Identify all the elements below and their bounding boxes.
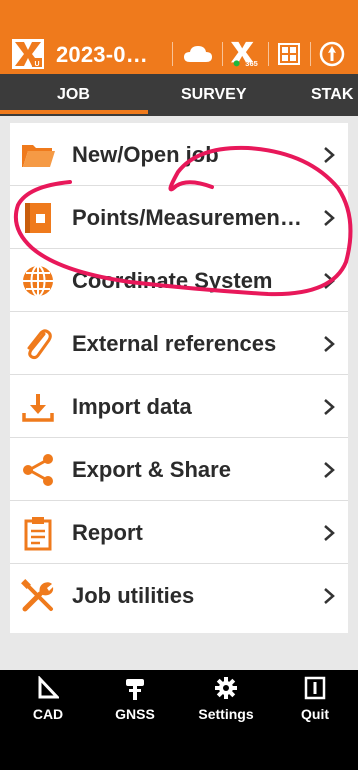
menu-item-label: External references [72,331,277,356]
import-icon [22,394,54,422]
menu-item-label: Export & Share [72,457,231,482]
header-separator [222,42,223,66]
bottom-bar-label: Quit [301,706,329,722]
header-separator [172,42,173,66]
menu-item-label: Import data [72,394,192,419]
share-icon [23,454,53,486]
chevron-right-icon [324,147,335,163]
bottom-bar: CAD GNSS Settings Quit [0,670,358,770]
menu-item-import-data[interactable]: Import data [10,375,348,438]
x365-badge-text: 365 [245,59,257,68]
chevron-right-icon [324,588,335,604]
menu-item-coordinate-system[interactable]: Coordinate System [10,249,348,312]
chevron-right-icon [324,336,335,352]
menu-item-new-open-job[interactable]: New/Open job [10,123,348,186]
menu-item-label: Job utilities [72,583,195,608]
target-icon[interactable] [318,40,346,68]
quit-icon [304,676,326,700]
job-menu: New/Open job Points/Measuremen… Coordina… [10,123,348,633]
cad-triangle-icon [38,676,59,699]
points-book-icon [25,203,51,233]
cad-button[interactable]: CAD [13,670,83,730]
status-strip [0,0,358,34]
menu-item-label: Coordinate System [72,268,273,293]
grid-icon[interactable] [276,40,302,68]
app-logo-icon: U [12,39,44,69]
bottom-bar-label: CAD [32,706,64,722]
bottom-bar-label: Settings [198,706,254,722]
job-title[interactable]: 2023-0… [56,42,148,68]
menu-item-label: Points/Measuremen… [72,205,302,230]
chevron-right-icon [324,210,335,226]
app-logo[interactable]: U [12,39,44,69]
cloud-icon[interactable] [181,40,215,68]
header-separator [310,42,311,66]
tab-stake[interactable]: STAK [311,74,353,116]
chevron-right-icon [324,462,335,478]
svg-text:U: U [34,61,39,68]
clipboard-icon [24,517,52,551]
menu-item-label: Report [72,520,143,545]
tab-active-indicator [0,110,148,114]
menu-item-label: New/Open job [72,142,219,167]
globe-icon [23,265,53,297]
tools-icon [21,579,54,612]
app-header: U 2023-0… 365 [0,34,358,74]
menu-item-report[interactable]: Report [10,501,348,564]
gear-icon [215,677,237,699]
menu-item-export-share[interactable]: Export & Share [10,438,348,501]
quit-button[interactable]: Quit [280,670,350,730]
tab-survey[interactable]: SURVEY [181,74,247,116]
folder-icon [22,145,55,167]
menu-item-external-references[interactable]: External references [10,312,348,375]
chevron-right-icon [324,399,335,415]
chevron-right-icon [324,525,335,541]
gnss-receiver-icon [126,679,144,700]
paperclip-icon [27,329,52,360]
header-separator [268,42,269,66]
bottom-bar-label: GNSS [115,706,155,722]
gnss-button[interactable]: GNSS [100,670,170,730]
settings-button[interactable]: Settings [191,670,261,730]
chevron-right-icon [324,273,335,289]
x365-status-icon[interactable]: 365 [228,40,262,68]
menu-item-job-utilities[interactable]: Job utilities [10,564,348,627]
menu-item-points-measurements[interactable]: Points/Measuremen… [10,186,348,249]
